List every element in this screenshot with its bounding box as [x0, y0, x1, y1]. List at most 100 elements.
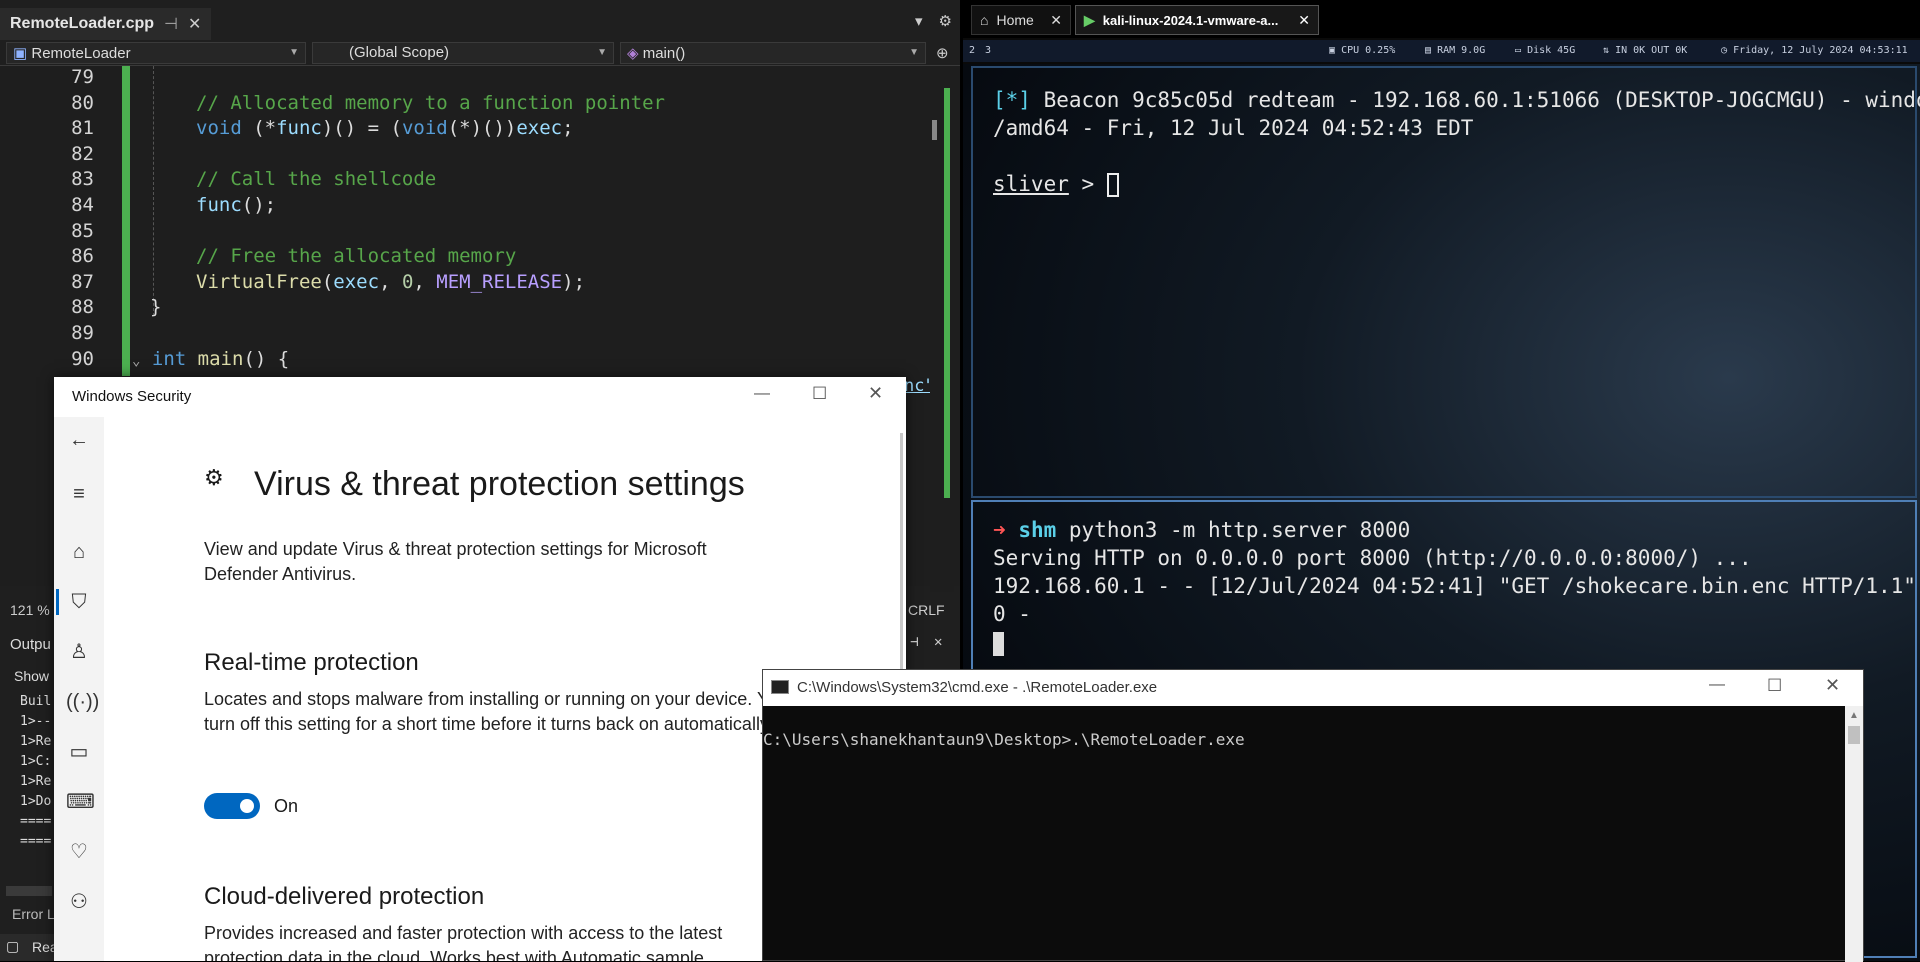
back-arrow-icon[interactable]: ← [66, 427, 92, 453]
line-number: 85 [71, 219, 94, 242]
split-icon[interactable]: ⊕ [936, 44, 949, 62]
network-indicator: ⇅ IN 0K OUT 0K [1603, 45, 1688, 56]
editor-tab-label: RemoteLoader.cpp [10, 15, 155, 32]
device-security-icon[interactable]: ⌨ [66, 789, 95, 815]
kali-top-panel: 2 3 ▣ CPU 0.25% ▤ RAM 9.0G ▭ Disk 45G ⇅ … [963, 40, 1920, 62]
output-line: 1>C: [20, 754, 52, 769]
rtp-title: Real-time protection [204, 649, 419, 676]
tab-home[interactable]: ⌂ Home ✕ [971, 5, 1071, 35]
scope-label: (Global Scope) [349, 44, 450, 61]
cmd-console[interactable]: C:\Users\shanekhantaun9\Desktop>.\Remote… [763, 706, 1843, 962]
change-indicator [122, 66, 130, 376]
line-number: 79 [71, 66, 94, 88]
cmd-titlebar[interactable]: C:\Windows\System32\cmd.exe - .\RemoteLo… [763, 670, 1863, 706]
page-title: Virus & threat protection settings [254, 465, 745, 503]
cmd-line: C:\Users\shanekhantaun9\Desktop>.\Remote… [763, 730, 1245, 749]
scope-dropdown[interactable]: (Global Scope) ▼ [312, 41, 614, 64]
rtp-toggle-state: On [274, 796, 299, 816]
code-comment: // Call the shellcode [196, 168, 437, 191]
sliver-prompt: sliver > [993, 172, 1119, 197]
clock: ◷ Friday, 12 July 2024 04:53:11 [1721, 45, 1908, 56]
output-show-label: Show [14, 668, 50, 684]
code-comment: // Allocated memory to a function pointe… [196, 91, 665, 114]
close-icon[interactable]: ✕ [934, 634, 942, 650]
vmware-tab-bar: ⌂ Home ✕ ▶ kali-linux-2024.1-vmware-a...… [963, 0, 1920, 38]
chevron-down-icon: ▼ [289, 47, 299, 58]
editor-tab-remoteloader[interactable]: RemoteLoader.cpp ⊣ ✕ [0, 8, 212, 40]
home-icon[interactable]: ⌂ [66, 539, 92, 565]
line-number: 88 [71, 296, 94, 319]
scroll-up-icon[interactable]: ▲ [1849, 710, 1859, 721]
maximize-icon[interactable]: ☐ [812, 384, 827, 404]
cmd-icon [771, 680, 789, 694]
disk-icon: ▭ [1515, 45, 1522, 56]
output-hscroll[interactable] [6, 886, 52, 896]
close-icon[interactable]: ✕ [1298, 12, 1310, 29]
output-line: ==== [20, 834, 52, 849]
project-label: RemoteLoader [31, 44, 131, 62]
navigation-bar: ▣ RemoteLoader ▼ (Global Scope) ▼ ◈ main()… [0, 40, 960, 66]
http-request-log: 192.168.60.1 - - [12/Jul/2024 04:52:41] … [993, 574, 1920, 598]
ram-indicator: ▤ RAM 9.0G [1425, 45, 1486, 56]
output-line: 1>Re [20, 774, 52, 789]
notification-icon[interactable]: ▢ [6, 938, 19, 955]
beacon-line-2: /amd64 - Fri, 12 Jul 2024 04:52:43 EDT [993, 116, 1474, 140]
ram-icon: ▤ [1425, 45, 1432, 56]
scrollbar-thumb[interactable] [1848, 726, 1860, 744]
settings-gear-icon[interactable]: ⚙ [939, 12, 952, 30]
pin-icon[interactable]: ⊣ [910, 634, 918, 650]
cpu-icon: ▣ [1329, 45, 1336, 56]
close-icon[interactable]: ✕ [868, 383, 883, 404]
tab-kali-vm[interactable]: ▶ kali-linux-2024.1-vmware-a... ✕ [1075, 5, 1319, 35]
hamburger-menu-icon[interactable]: ≡ [66, 481, 92, 507]
output-line: 1>Do [20, 794, 52, 809]
windows-security-titlebar[interactable]: Windows Security — ☐ ✕ [54, 377, 906, 417]
device-health-icon[interactable]: ♡ [66, 839, 92, 865]
output-line: 1>-- [20, 714, 52, 729]
page-description: View and update Virus & threat protectio… [204, 539, 707, 584]
project-dropdown[interactable]: ▣ RemoteLoader ▼ [6, 41, 306, 64]
output-panel-title[interactable]: Outpu [10, 636, 51, 653]
firewall-network-icon[interactable]: ((·)) [66, 689, 99, 715]
line-number: 83 [71, 168, 94, 191]
line-number: 81 [71, 117, 94, 140]
shield-icon[interactable]: ⛉ [66, 589, 92, 615]
zoom-level[interactable]: 121 % [10, 602, 50, 618]
home-icon: ⌂ [980, 12, 989, 28]
close-tab-icon[interactable]: ✕ [188, 14, 201, 34]
code-line-81: void (*func)() = (void(*)())exec; [196, 117, 574, 140]
pin-icon[interactable]: ⊣ [164, 14, 178, 34]
family-options-icon[interactable]: ⚇ [66, 889, 92, 915]
collapse-chevron-icon[interactable]: ⌄ [132, 353, 140, 369]
workspace-2[interactable]: 2 [969, 45, 975, 56]
error-list-tab[interactable]: Error L [12, 906, 55, 922]
terminal-pane-sliver[interactable]: [*] Beacon 9c85c05d redteam - 192.168.60… [971, 66, 1920, 498]
member-label: main() [642, 44, 686, 62]
minimize-icon[interactable]: — [754, 385, 770, 403]
terminal-cursor [993, 632, 1004, 656]
indent-guide [153, 66, 154, 316]
account-icon[interactable]: ♙ [66, 639, 92, 665]
line-ending[interactable]: CRLF [908, 602, 945, 618]
network-icon: ⇅ [1603, 45, 1610, 56]
selected-indicator [56, 589, 59, 615]
close-icon[interactable]: ✕ [1050, 12, 1062, 29]
line-number: 90 [71, 347, 94, 370]
tab-overflow-icon[interactable]: ▾ [915, 12, 923, 30]
cpu-indicator: ▣ CPU 0.25% [1329, 45, 1396, 56]
close-icon[interactable]: ✕ [1825, 675, 1840, 696]
editor-scrollbar[interactable] [930, 72, 954, 592]
window-title: Windows Security [72, 388, 192, 405]
maximize-icon[interactable]: ☐ [1767, 676, 1782, 696]
cloud-description: Provides increased and faster protection… [204, 923, 723, 961]
cmd-scrollbar[interactable]: ▲ [1845, 706, 1863, 962]
workspace-3[interactable]: 3 [985, 45, 991, 56]
output-line: ==== [20, 814, 52, 829]
member-dropdown[interactable]: ◈ main() ▼ [620, 41, 926, 64]
line-number: 84 [71, 194, 94, 216]
minimize-icon[interactable]: — [1709, 676, 1725, 694]
output-line: Buil [20, 694, 52, 709]
rtp-toggle[interactable] [204, 793, 260, 819]
app-browser-icon[interactable]: ▭ [66, 739, 92, 765]
scrollbar-thumb[interactable] [932, 120, 937, 140]
